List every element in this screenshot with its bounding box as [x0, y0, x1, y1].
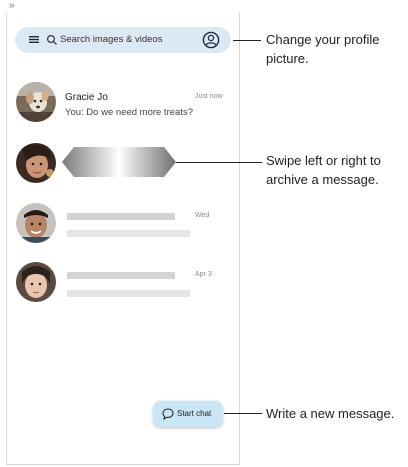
- conversation-sender: Gracie Jo: [65, 92, 108, 103]
- start-chat-button[interactable]: Start chat: [153, 401, 223, 427]
- avatar[interactable]: [16, 262, 56, 302]
- profile-icon[interactable]: [202, 31, 220, 49]
- callout-swipe: Swipe left or right to archive a message…: [266, 153, 381, 187]
- search-bar[interactable]: Search images & videos: [15, 27, 231, 53]
- conversation-time: Apr 3: [195, 271, 212, 278]
- menu-icon[interactable]: [29, 36, 39, 43]
- callout-line-swipe: [176, 162, 262, 163]
- message-placeholder-line: [67, 272, 175, 279]
- callout-line-profile: [233, 40, 261, 41]
- callout-line-new-message: [224, 413, 262, 414]
- search-input[interactable]: Search images & videos: [60, 34, 162, 45]
- avatar[interactable]: [16, 143, 56, 183]
- page-marker: »: [9, 0, 15, 11]
- callout-profile: Change your profile picture.: [266, 32, 380, 66]
- avatar[interactable]: [16, 82, 56, 122]
- callout-new-message: Write a new message.: [266, 406, 395, 421]
- message-placeholder-line: [67, 230, 190, 237]
- conversation-time: Wed: [195, 212, 210, 219]
- message-placeholder-line: [67, 213, 175, 220]
- start-chat-label: Start chat: [177, 409, 212, 418]
- conversation-preview: You: Do we need more treats?: [65, 107, 193, 118]
- conversation-time: Just now: [195, 93, 223, 100]
- avatar[interactable]: [16, 203, 56, 243]
- message-placeholder-line: [67, 290, 190, 297]
- search-icon: [46, 34, 57, 45]
- swipe-archive-indicator[interactable]: [62, 147, 176, 177]
- chat-bubble-icon: [162, 408, 174, 420]
